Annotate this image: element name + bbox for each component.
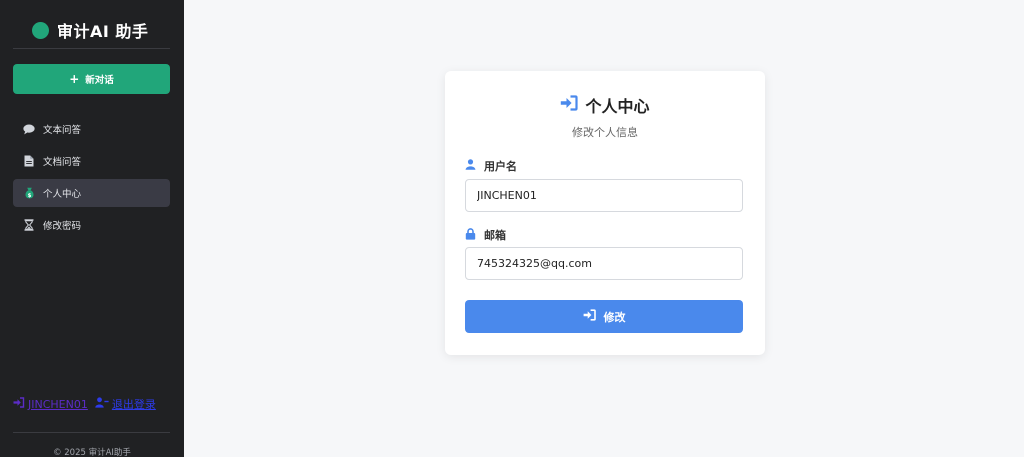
user-minus-icon	[95, 397, 109, 411]
brand-logo-icon	[32, 21, 49, 39]
user-profile-link[interactable]: JINCHEN01	[13, 397, 88, 411]
username-label: 用户名	[484, 160, 517, 173]
user-icon	[465, 159, 476, 173]
page-title: 个人中心	[585, 97, 650, 116]
brand: 审计AI 助手	[32, 18, 148, 42]
sidebar: 审计AI 助手 + 新对话 文本问答 文档问答 $ 个人中心 修改密码 JINC…	[0, 0, 184, 457]
logout-label: 退出登录	[111, 398, 156, 411]
hourglass-icon	[23, 219, 35, 231]
submit-label: 修改	[603, 310, 626, 324]
sidebar-item-label: 个人中心	[43, 189, 82, 200]
svg-text:$: $	[27, 193, 31, 199]
email-field-label: 邮箱	[465, 227, 506, 243]
plus-icon: +	[69, 72, 80, 86]
new-chat-button[interactable]: + 新对话	[13, 64, 170, 94]
sidebar-item-doc-qa[interactable]: 文档问答	[13, 147, 170, 175]
money-bag-icon: $	[23, 187, 35, 199]
submit-button[interactable]: 修改	[465, 300, 743, 333]
username-label: JINCHEN01	[28, 397, 88, 411]
sidebar-item-label: 文本问答	[43, 125, 82, 136]
sidebar-divider	[13, 432, 170, 433]
file-icon	[23, 155, 35, 167]
username-input[interactable]	[465, 179, 743, 212]
page-subtitle: 修改个人信息	[572, 126, 638, 139]
sidebar-item-label: 修改密码	[43, 221, 82, 232]
copyright-footer: © 2025 审计AI助手	[53, 448, 131, 457]
sign-in-icon	[560, 95, 579, 115]
sidebar-item-text-qa[interactable]: 文本问答	[13, 115, 170, 143]
sidebar-item-label: 文档问答	[43, 157, 82, 168]
logout-link[interactable]: 退出登录	[95, 396, 156, 412]
brand-title: 审计AI 助手	[57, 22, 149, 41]
comment-icon	[23, 123, 35, 135]
user-row: JINCHEN01 退出登录	[13, 396, 156, 412]
email-label: 邮箱	[484, 229, 506, 242]
new-chat-label: 新对话	[85, 75, 114, 86]
sidebar-item-change-password[interactable]: 修改密码	[13, 211, 170, 239]
sidebar-divider	[13, 48, 170, 49]
lock-icon	[465, 227, 476, 243]
sidebar-item-profile[interactable]: $ 个人中心	[13, 179, 170, 207]
username-field-label: 用户名	[465, 158, 517, 174]
profile-card: 个人中心 修改个人信息 用户名 邮箱 修改	[445, 71, 765, 355]
card-header: 个人中心	[445, 93, 765, 117]
sign-in-icon	[13, 397, 25, 411]
sign-in-icon	[583, 309, 596, 324]
email-input[interactable]	[465, 247, 743, 280]
